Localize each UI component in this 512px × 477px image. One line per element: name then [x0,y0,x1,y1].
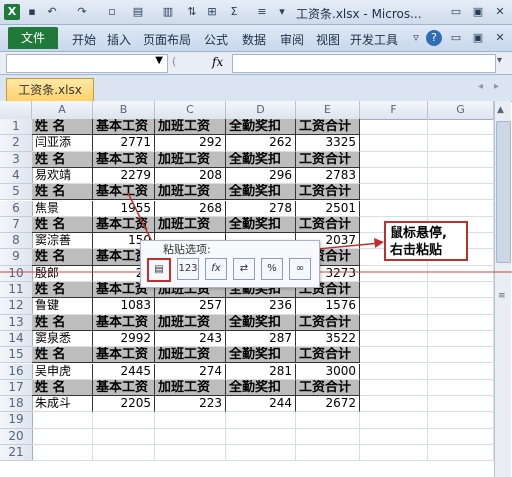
paste-transpose-icon[interactable]: ⇄ [233,258,255,280]
callout-line1: 鼠标悬停, [390,226,447,241]
callout-line2: 右击粘贴 [390,243,443,258]
callout-box: 鼠标悬停, 右击粘贴 [384,221,468,261]
paste-icon[interactable]: ▤ [147,258,171,282]
paste-options-popup: 粘贴选项: ▤ 123 fx ⇄ % ∞ [140,240,320,288]
paste-formulas-icon[interactable]: fx [205,258,227,280]
paste-link-icon[interactable]: ∞ [289,258,311,280]
callout-arrowhead [374,238,384,248]
paste-formatting-icon[interactable]: % [261,258,283,280]
paste-values-icon[interactable]: 123 [177,258,199,280]
paste-options-title: 粘贴选项: [163,243,211,256]
